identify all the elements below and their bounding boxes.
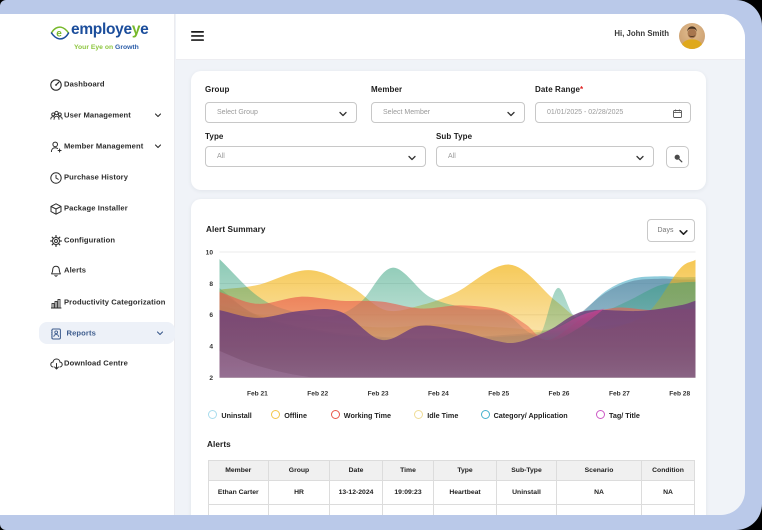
svg-text:10: 10 — [205, 249, 213, 256]
svg-text:Feb 27: Feb 27 — [608, 391, 629, 398]
svg-text:8: 8 — [209, 281, 213, 288]
svg-text:2: 2 — [209, 375, 213, 382]
svg-text:e: e — [56, 29, 62, 40]
svg-text:Feb 25: Feb 25 — [488, 391, 509, 398]
svg-text:Feb 23: Feb 23 — [367, 391, 388, 398]
svg-text:6: 6 — [209, 312, 213, 319]
svg-text:Feb 28: Feb 28 — [669, 391, 690, 398]
svg-text:4: 4 — [209, 344, 213, 351]
svg-text:Feb 26: Feb 26 — [548, 391, 569, 398]
svg-text:Feb 21: Feb 21 — [246, 391, 267, 398]
svg-text:Feb 24: Feb 24 — [427, 391, 448, 398]
svg-text:Feb 22: Feb 22 — [307, 391, 328, 398]
